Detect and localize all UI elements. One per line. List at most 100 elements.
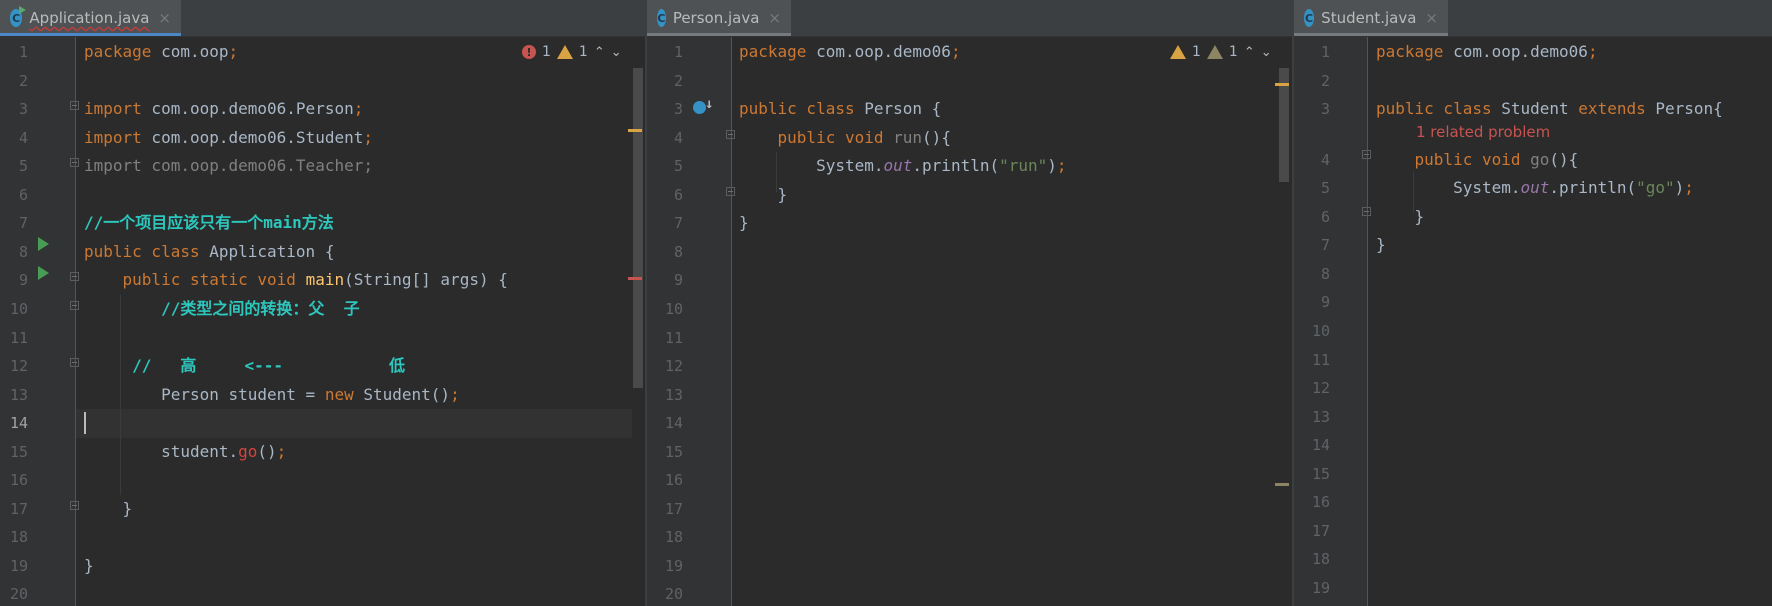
error-marker[interactable]	[628, 277, 642, 280]
code-token: Person student =	[84, 384, 325, 404]
code-line[interactable]: // 高 <--- 低	[84, 352, 405, 381]
warning-marker[interactable]	[628, 129, 642, 132]
line-number: 3	[673, 100, 683, 119]
code-line[interactable]: Person student = new Student();	[84, 381, 460, 410]
fold-icon[interactable]	[70, 158, 79, 167]
code-line[interactable]: package com.oop;	[84, 38, 238, 67]
warning-icon	[556, 45, 573, 59]
next-highlight-icon[interactable]: ⌄	[1261, 45, 1272, 60]
close-icon[interactable]: ×	[768, 9, 781, 27]
fold-icon[interactable]	[1362, 150, 1371, 159]
fold-icon[interactable]	[70, 301, 79, 310]
editor-pane-person[interactable]: C Person.java × ↓ 1 1 ⌃ ⌄ 1 package com.o…	[647, 0, 1292, 606]
code-line[interactable]: System.out.println("run");	[739, 152, 1067, 181]
code-line[interactable]: public void run(){	[739, 124, 951, 153]
editor-pane-application[interactable]: C Application.java × ! 1 1 ⌃ ⌄ 1 package …	[0, 0, 645, 606]
code-token: }	[1376, 235, 1386, 255]
tab-indicator	[1294, 33, 1448, 36]
code-token: //类型之间的转换：父 子	[84, 298, 360, 318]
close-icon[interactable]: ×	[158, 9, 171, 27]
related-problem-inlay[interactable]: 1 related problem	[1416, 118, 1550, 147]
code-token: .println(	[1549, 178, 1637, 198]
fold-icon[interactable]	[70, 501, 79, 510]
code-line[interactable]: //类型之间的转换：父 子	[84, 295, 360, 324]
java-class-runnable-icon: C	[10, 6, 27, 27]
code-line[interactable]: }	[84, 495, 133, 524]
code-line[interactable]: }	[1376, 203, 1425, 232]
code-token: }	[739, 213, 749, 233]
code-line[interactable]: public class Application {	[84, 238, 334, 267]
next-highlight-icon[interactable]: ⌄	[611, 45, 622, 60]
code-token: new	[324, 384, 354, 404]
weak-warning-marker[interactable]	[1275, 483, 1289, 486]
line-number: 6	[673, 185, 683, 204]
code-token: Application {	[199, 241, 335, 261]
line-number: 11	[9, 328, 28, 347]
line-number: 15	[664, 442, 683, 461]
warning-marker[interactable]	[1275, 83, 1289, 86]
code-token: Student()	[353, 384, 451, 404]
code-line[interactable]: }	[84, 552, 94, 581]
code-token: (){	[922, 127, 951, 147]
code-token: System.	[1376, 178, 1521, 198]
close-icon[interactable]: ×	[1425, 9, 1438, 27]
line-number: 1	[1320, 43, 1330, 61]
code-line[interactable]: //一个项目应该只有一个main方法	[84, 209, 334, 238]
previous-highlight-icon[interactable]: ⌃	[1244, 45, 1255, 60]
code-token: ;	[1684, 178, 1694, 198]
line-number: 16	[664, 471, 683, 490]
code-line[interactable]: package com.oop.demo06;	[1376, 38, 1598, 67]
code-line[interactable]: public class Person {	[739, 95, 941, 124]
inspection-widget[interactable]: 1 1 ⌃ ⌄	[1170, 38, 1272, 66]
code-token: }	[1376, 206, 1425, 226]
editor-pane-student[interactable]: C Student.java × 1 package com.oop.demo06…	[1294, 0, 1772, 606]
code-token: Person{	[1645, 99, 1723, 119]
code-token: ;	[363, 127, 373, 147]
line-number: 2	[18, 71, 28, 90]
tab-application-java[interactable]: C Application.java ×	[0, 0, 181, 36]
code-line[interactable]: import com.oop.demo06.Person;	[84, 95, 363, 124]
fold-icon[interactable]	[726, 130, 735, 139]
code-token: ;	[450, 384, 460, 404]
line-number: 4	[18, 128, 28, 147]
code-line[interactable]: }	[1376, 231, 1386, 260]
code-token: Student	[1491, 99, 1579, 119]
code-token: ;	[950, 42, 961, 61]
code-line[interactable]: }	[739, 181, 788, 210]
line-number: 1	[18, 43, 28, 61]
gutter-divider	[731, 37, 732, 606]
code-token: (){	[1549, 149, 1579, 169]
tab-person-java[interactable]: C Person.java ×	[647, 0, 791, 36]
fold-icon[interactable]	[70, 358, 79, 367]
code-token: public class	[1376, 99, 1492, 119]
fold-icon[interactable]	[726, 187, 735, 196]
code-line[interactable]: System.out.println("go");	[1376, 174, 1694, 203]
previous-highlight-icon[interactable]: ⌃	[594, 45, 605, 60]
line-number: 12	[664, 357, 683, 376]
run-icon[interactable]	[38, 266, 49, 280]
line-number: 7	[673, 214, 683, 233]
line-number: 17	[1311, 521, 1330, 540]
inspection-widget[interactable]: ! 1 1 ⌃ ⌄	[522, 38, 622, 66]
code-line[interactable]: package com.oop.demo06;	[739, 38, 961, 67]
code-line[interactable]: public static void main(String[] args) {	[84, 266, 508, 295]
code-line[interactable]: }	[739, 209, 749, 238]
run-icon[interactable]	[38, 237, 49, 251]
line-number: 13	[664, 385, 683, 404]
tab-student-java[interactable]: C Student.java ×	[1294, 0, 1448, 36]
fold-icon[interactable]	[70, 272, 79, 281]
code-line[interactable]: student.go();	[84, 438, 286, 467]
code-line[interactable]: import com.oop.demo06.Student;	[84, 124, 373, 153]
fold-icon[interactable]	[70, 101, 79, 110]
code-token: ;	[1587, 42, 1598, 61]
code-token: import	[84, 127, 142, 147]
code-line[interactable]: import com.oop.demo06.Teacher;	[84, 152, 373, 181]
tab-indicator	[647, 33, 791, 36]
fold-icon[interactable]	[1362, 207, 1371, 216]
code-token: public class	[739, 99, 855, 119]
code-line[interactable]: public void go(){	[1376, 146, 1579, 175]
line-number: 8	[18, 242, 28, 261]
scrollbar-thumb[interactable]	[633, 68, 643, 388]
